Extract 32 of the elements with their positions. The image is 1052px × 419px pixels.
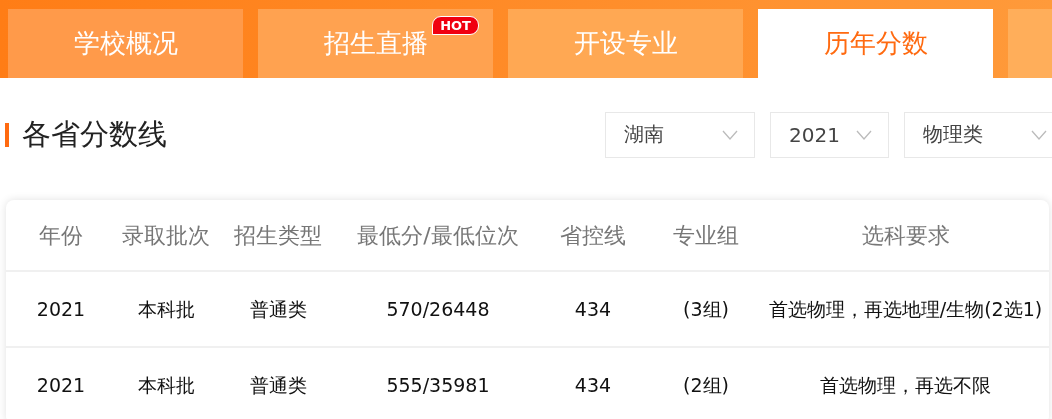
table-cell-text: 434 <box>573 372 613 398</box>
table-cell-text: (2组) <box>682 372 730 398</box>
column-header: 招生类型 <box>233 221 323 250</box>
dropdown[interactable]: 湖南 <box>605 111 755 158</box>
column-header: 专业组 <box>672 221 740 250</box>
tab[interactable]: 历年分数 <box>758 9 993 78</box>
table-cell-text: 555/35981 <box>385 372 491 398</box>
table-cell-text: 首选物理，再选地理/生物(2选1) <box>767 296 1044 322</box>
table-cell-text: (3组) <box>682 296 730 322</box>
dropdown[interactable]: 2021 <box>770 111 889 158</box>
column-header: 最低分/最低位次 <box>356 221 520 250</box>
table-cell-text: 2021 <box>35 296 87 322</box>
chevron-down-icon <box>722 129 738 140</box>
hot-badge: HOT <box>432 16 479 35</box>
table-cell-text: 434 <box>573 296 613 322</box>
table-cell-text: 2021 <box>35 372 87 398</box>
column-header: 录取批次 <box>121 221 211 250</box>
table-cell-text: 本科批 <box>136 296 196 322</box>
accent-bar <box>5 123 9 147</box>
tab[interactable]: 招生直播 HOT <box>258 9 493 78</box>
table-cell-text: 本科批 <box>136 372 196 398</box>
table-cell-text: 570/26448 <box>385 296 491 322</box>
column-header: 省控线 <box>559 221 627 250</box>
column-header: 年份 <box>38 221 84 250</box>
dropdown[interactable]: 物理类 <box>904 111 1052 158</box>
chevron-down-icon <box>1031 129 1047 140</box>
table-cell-text: 普通类 <box>248 296 308 322</box>
table-cell-text: 普通类 <box>248 372 308 398</box>
chevron-down-icon <box>856 129 872 140</box>
section-title: 各省分数线 <box>22 116 167 153</box>
table-cell-text: 首选物理，再选不限 <box>819 372 992 398</box>
column-header: 选科要求 <box>860 221 951 250</box>
